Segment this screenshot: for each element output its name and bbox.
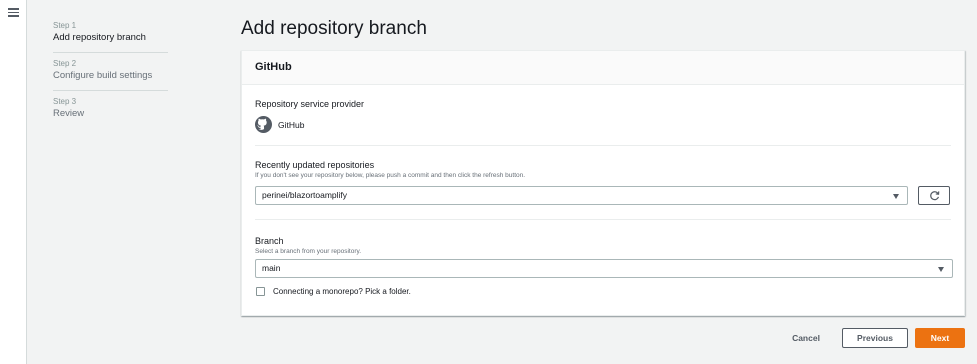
section-divider bbox=[255, 145, 951, 146]
branch-label: Branch bbox=[255, 236, 284, 246]
wizard-step-1: Step 1 Add repository branch bbox=[53, 20, 168, 53]
cancel-button[interactable]: Cancel bbox=[779, 328, 833, 348]
wizard-steps: Step 1 Add repository branch Step 2 Conf… bbox=[53, 20, 168, 133]
provider-section: Repository service provider GitHub bbox=[255, 98, 951, 133]
branch-select[interactable]: main bbox=[255, 259, 953, 278]
wizard-step-3: Step 3 Review bbox=[53, 96, 168, 128]
page-title: Add repository branch bbox=[241, 18, 427, 39]
refresh-icon bbox=[929, 191, 939, 201]
step-title: Configure build settings bbox=[53, 70, 153, 81]
side-navigation-bar bbox=[0, 0, 27, 364]
panel-header: GitHub bbox=[242, 51, 964, 85]
repository-select[interactable]: perinei/blazortoamplify bbox=[255, 186, 908, 205]
refresh-button[interactable] bbox=[918, 186, 950, 205]
next-button[interactable]: Next bbox=[915, 328, 965, 348]
github-icon bbox=[255, 116, 272, 133]
caret-down-icon bbox=[893, 194, 899, 199]
repositories-label: Recently updated repositories bbox=[255, 160, 375, 170]
provider-value: GitHub bbox=[255, 116, 951, 133]
section-divider bbox=[255, 219, 951, 220]
wizard-step-2: Step 2 Configure build settings bbox=[53, 58, 168, 91]
repositories-section: Recently updated repositories If you don… bbox=[255, 159, 951, 205]
step-number: Step 2 bbox=[53, 59, 77, 68]
monorepo-option[interactable]: Connecting a monorepo? Pick a folder. bbox=[255, 287, 951, 296]
repositories-description: If you don't see your repository below, … bbox=[255, 172, 526, 179]
monorepo-checkbox[interactable] bbox=[256, 287, 265, 296]
step-title: Review bbox=[53, 108, 85, 119]
provider-name: GitHub bbox=[278, 119, 305, 130]
branch-description: Select a branch from your repository. bbox=[255, 248, 362, 255]
step-number: Step 1 bbox=[53, 21, 77, 30]
branch-select-value: main bbox=[262, 263, 281, 273]
menu-icon[interactable] bbox=[8, 8, 19, 17]
repository-panel: GitHub Repository service provider GitHu… bbox=[241, 50, 965, 316]
monorepo-label[interactable]: Connecting a monorepo? Pick a folder. bbox=[273, 287, 411, 296]
repository-select-value: perinei/blazortoamplify bbox=[262, 190, 348, 200]
branch-section: Branch Select a branch from your reposit… bbox=[255, 235, 953, 296]
step-title: Add repository branch bbox=[53, 32, 146, 43]
step-number: Step 3 bbox=[53, 97, 77, 106]
previous-button[interactable]: Previous bbox=[842, 328, 908, 348]
caret-down-icon bbox=[938, 267, 944, 272]
provider-label: Repository service provider bbox=[255, 99, 365, 109]
